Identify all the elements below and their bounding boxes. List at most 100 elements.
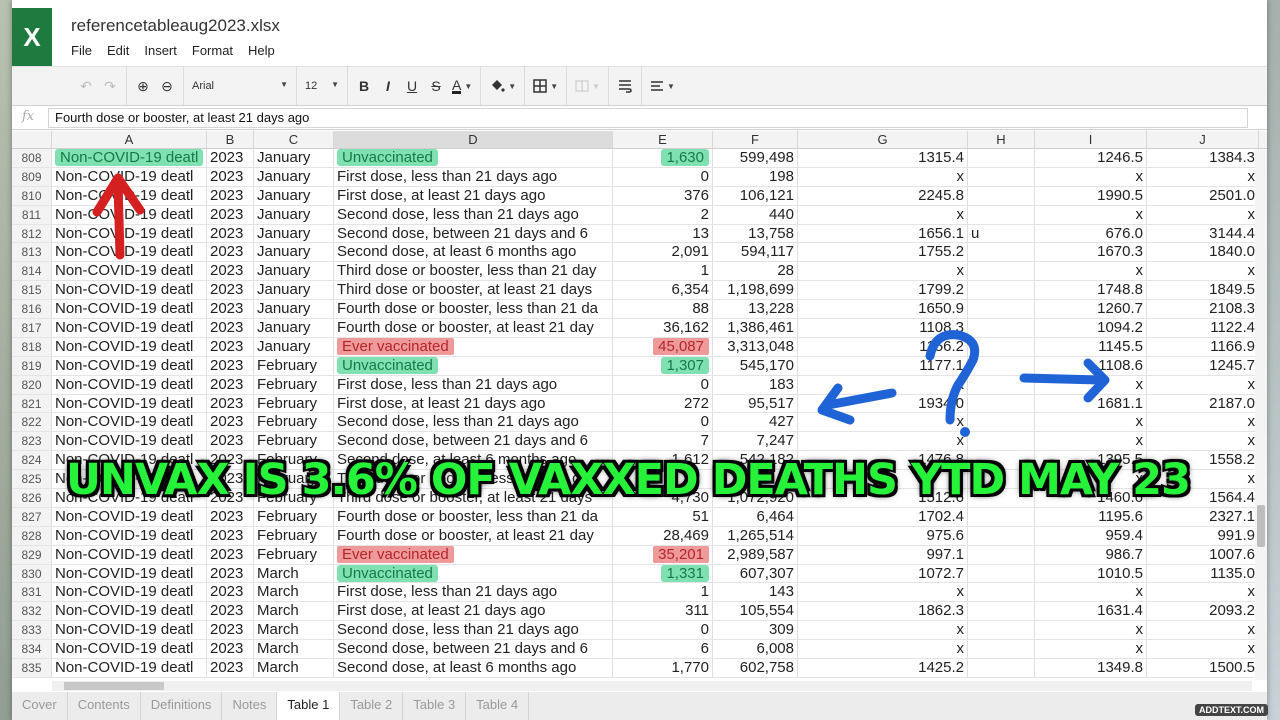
cell-i[interactable]: 1670.3 — [1035, 243, 1147, 262]
cell-h[interactable] — [968, 413, 1035, 432]
cell-h[interactable] — [968, 243, 1035, 262]
cell-g[interactable]: 975.6 — [798, 526, 968, 545]
cell-e[interactable]: 7 — [613, 432, 713, 451]
cell-b[interactable]: 2023 — [207, 640, 254, 659]
cell-h[interactable] — [968, 337, 1035, 356]
cell-g[interactable]: 1799.2 — [798, 281, 968, 300]
cell-g[interactable]: 2245.8 — [798, 186, 968, 205]
undo-icon[interactable]: ↶ — [78, 78, 94, 95]
cell-d[interactable]: Second dose, less than 21 days ago — [334, 205, 613, 224]
cell-d[interactable]: First dose, less than 21 days ago — [334, 583, 613, 602]
cell-i[interactable]: x — [1035, 432, 1147, 451]
cell-a[interactable]: Non-COVID-19 deatl — [52, 621, 207, 640]
row-header[interactable]: 808 — [12, 149, 52, 167]
fill-color-button[interactable]: ▼ — [489, 79, 516, 93]
sheet-tab[interactable]: Contents — [68, 692, 141, 720]
cell-c[interactable]: February — [254, 413, 334, 432]
cell-j[interactable]: x — [1147, 583, 1259, 602]
cell-h[interactable] — [968, 149, 1035, 167]
zoom-in-icon[interactable]: ⊕ — [135, 78, 151, 95]
cell-h[interactable] — [968, 564, 1035, 583]
cell-i[interactable]: 1108.6 — [1035, 356, 1147, 375]
cell-d[interactable]: Second dose, at least 6 months ago — [334, 243, 613, 262]
cell-d[interactable]: Second dose, less than 21 days ago — [334, 621, 613, 640]
cell-a[interactable]: Non-COVID-19 deatl — [52, 186, 207, 205]
cell-f[interactable]: 1,198,699 — [713, 281, 798, 300]
cell-i[interactable]: 1010.5 — [1035, 564, 1147, 583]
cell-a[interactable]: Non-COVID-19 deatl — [52, 545, 207, 564]
cell-e[interactable]: 0 — [613, 621, 713, 640]
cell-f[interactable]: 440 — [713, 205, 798, 224]
cell-j[interactable]: x — [1147, 432, 1259, 451]
cell-g[interactable]: 1934.0 — [798, 394, 968, 413]
cell-f[interactable]: 95,517 — [713, 394, 798, 413]
column-header-i[interactable]: I — [1035, 131, 1147, 148]
row-header[interactable]: 835 — [12, 659, 52, 677]
cell-i[interactable]: x — [1035, 262, 1147, 281]
cell-g[interactable]: 1755.2 — [798, 243, 968, 262]
cell-b[interactable]: 2023 — [207, 281, 254, 300]
row-header[interactable]: 813 — [12, 243, 52, 262]
column-header-j[interactable]: J — [1147, 131, 1259, 148]
cell-g[interactable]: x — [798, 205, 968, 224]
row-header[interactable]: 809 — [12, 167, 52, 186]
cell-h[interactable] — [968, 281, 1035, 300]
cell-a[interactable]: Non-COVID-19 deatl — [52, 356, 207, 375]
column-header-d[interactable]: D — [334, 131, 613, 148]
cell-i[interactable]: x — [1035, 621, 1147, 640]
cell-j[interactable]: 1122.4 — [1147, 319, 1259, 337]
cell-e[interactable]: 272 — [613, 394, 713, 413]
cell-b[interactable]: 2023 — [207, 167, 254, 186]
cell-e[interactable]: 0 — [613, 167, 713, 186]
cell-h[interactable] — [968, 432, 1035, 451]
cell-b[interactable]: 2023 — [207, 356, 254, 375]
row-header[interactable]: 830 — [12, 564, 52, 583]
cell-e[interactable]: 88 — [613, 300, 713, 319]
cell-i[interactable]: x — [1035, 375, 1147, 394]
cell-h[interactable] — [968, 319, 1035, 337]
cell-b[interactable]: 2023 — [207, 545, 254, 564]
cell-e[interactable]: 36,162 — [613, 319, 713, 337]
row-header[interactable]: 828 — [12, 526, 52, 545]
cell-h[interactable] — [968, 205, 1035, 224]
cell-c[interactable]: January — [254, 167, 334, 186]
cell-f[interactable]: 427 — [713, 413, 798, 432]
cell-f[interactable]: 106,121 — [713, 186, 798, 205]
formula-input[interactable]: Fourth dose or booster, at least 21 days… — [48, 108, 1248, 128]
cell-h[interactable] — [968, 583, 1035, 602]
cell-g[interactable]: 1656.1 — [798, 224, 968, 243]
cell-a[interactable]: Non-COVID-19 deatl — [52, 413, 207, 432]
cell-b[interactable]: 2023 — [207, 659, 254, 677]
merge-cells-button[interactable]: ▼ — [575, 80, 600, 92]
cell-c[interactable]: January — [254, 224, 334, 243]
cell-h[interactable] — [968, 602, 1035, 621]
cell-g[interactable]: x — [798, 640, 968, 659]
cell-h[interactable] — [968, 356, 1035, 375]
cell-d[interactable]: Unvaccinated — [334, 564, 613, 583]
cell-j[interactable]: 2327.1 — [1147, 507, 1259, 526]
cell-a[interactable]: Non-COVID-19 deatl — [52, 167, 207, 186]
row-header[interactable]: 819 — [12, 356, 52, 375]
cell-g[interactable]: x — [798, 621, 968, 640]
cell-f[interactable]: 13,758 — [713, 224, 798, 243]
select-all-corner[interactable] — [12, 131, 52, 148]
row-header[interactable]: 811 — [12, 205, 52, 224]
row-header[interactable]: 823 — [12, 432, 52, 451]
cell-c[interactable]: February — [254, 356, 334, 375]
font-family-select[interactable]: Arial ▼ — [192, 80, 288, 92]
cell-a[interactable]: Non-COVID-19 deatl — [52, 300, 207, 319]
cell-j[interactable]: 991.9 — [1147, 526, 1259, 545]
horizontal-scroll-thumb[interactable] — [64, 682, 164, 690]
row-header[interactable]: 824 — [12, 451, 52, 470]
cell-i[interactable]: 1631.4 — [1035, 602, 1147, 621]
cell-d[interactable]: Ever vaccinated — [334, 337, 613, 356]
cell-d[interactable]: Second dose, between 21 days and 6 — [334, 640, 613, 659]
column-header-f[interactable]: F — [713, 131, 798, 148]
cell-a[interactable]: Non-COVID-19 deatl — [52, 262, 207, 281]
cell-j[interactable]: x — [1147, 167, 1259, 186]
column-header-c[interactable]: C — [254, 131, 334, 148]
cell-i[interactable]: 1145.5 — [1035, 337, 1147, 356]
cell-g[interactable]: 1650.9 — [798, 300, 968, 319]
cell-c[interactable]: March — [254, 564, 334, 583]
cell-j[interactable]: x — [1147, 262, 1259, 281]
